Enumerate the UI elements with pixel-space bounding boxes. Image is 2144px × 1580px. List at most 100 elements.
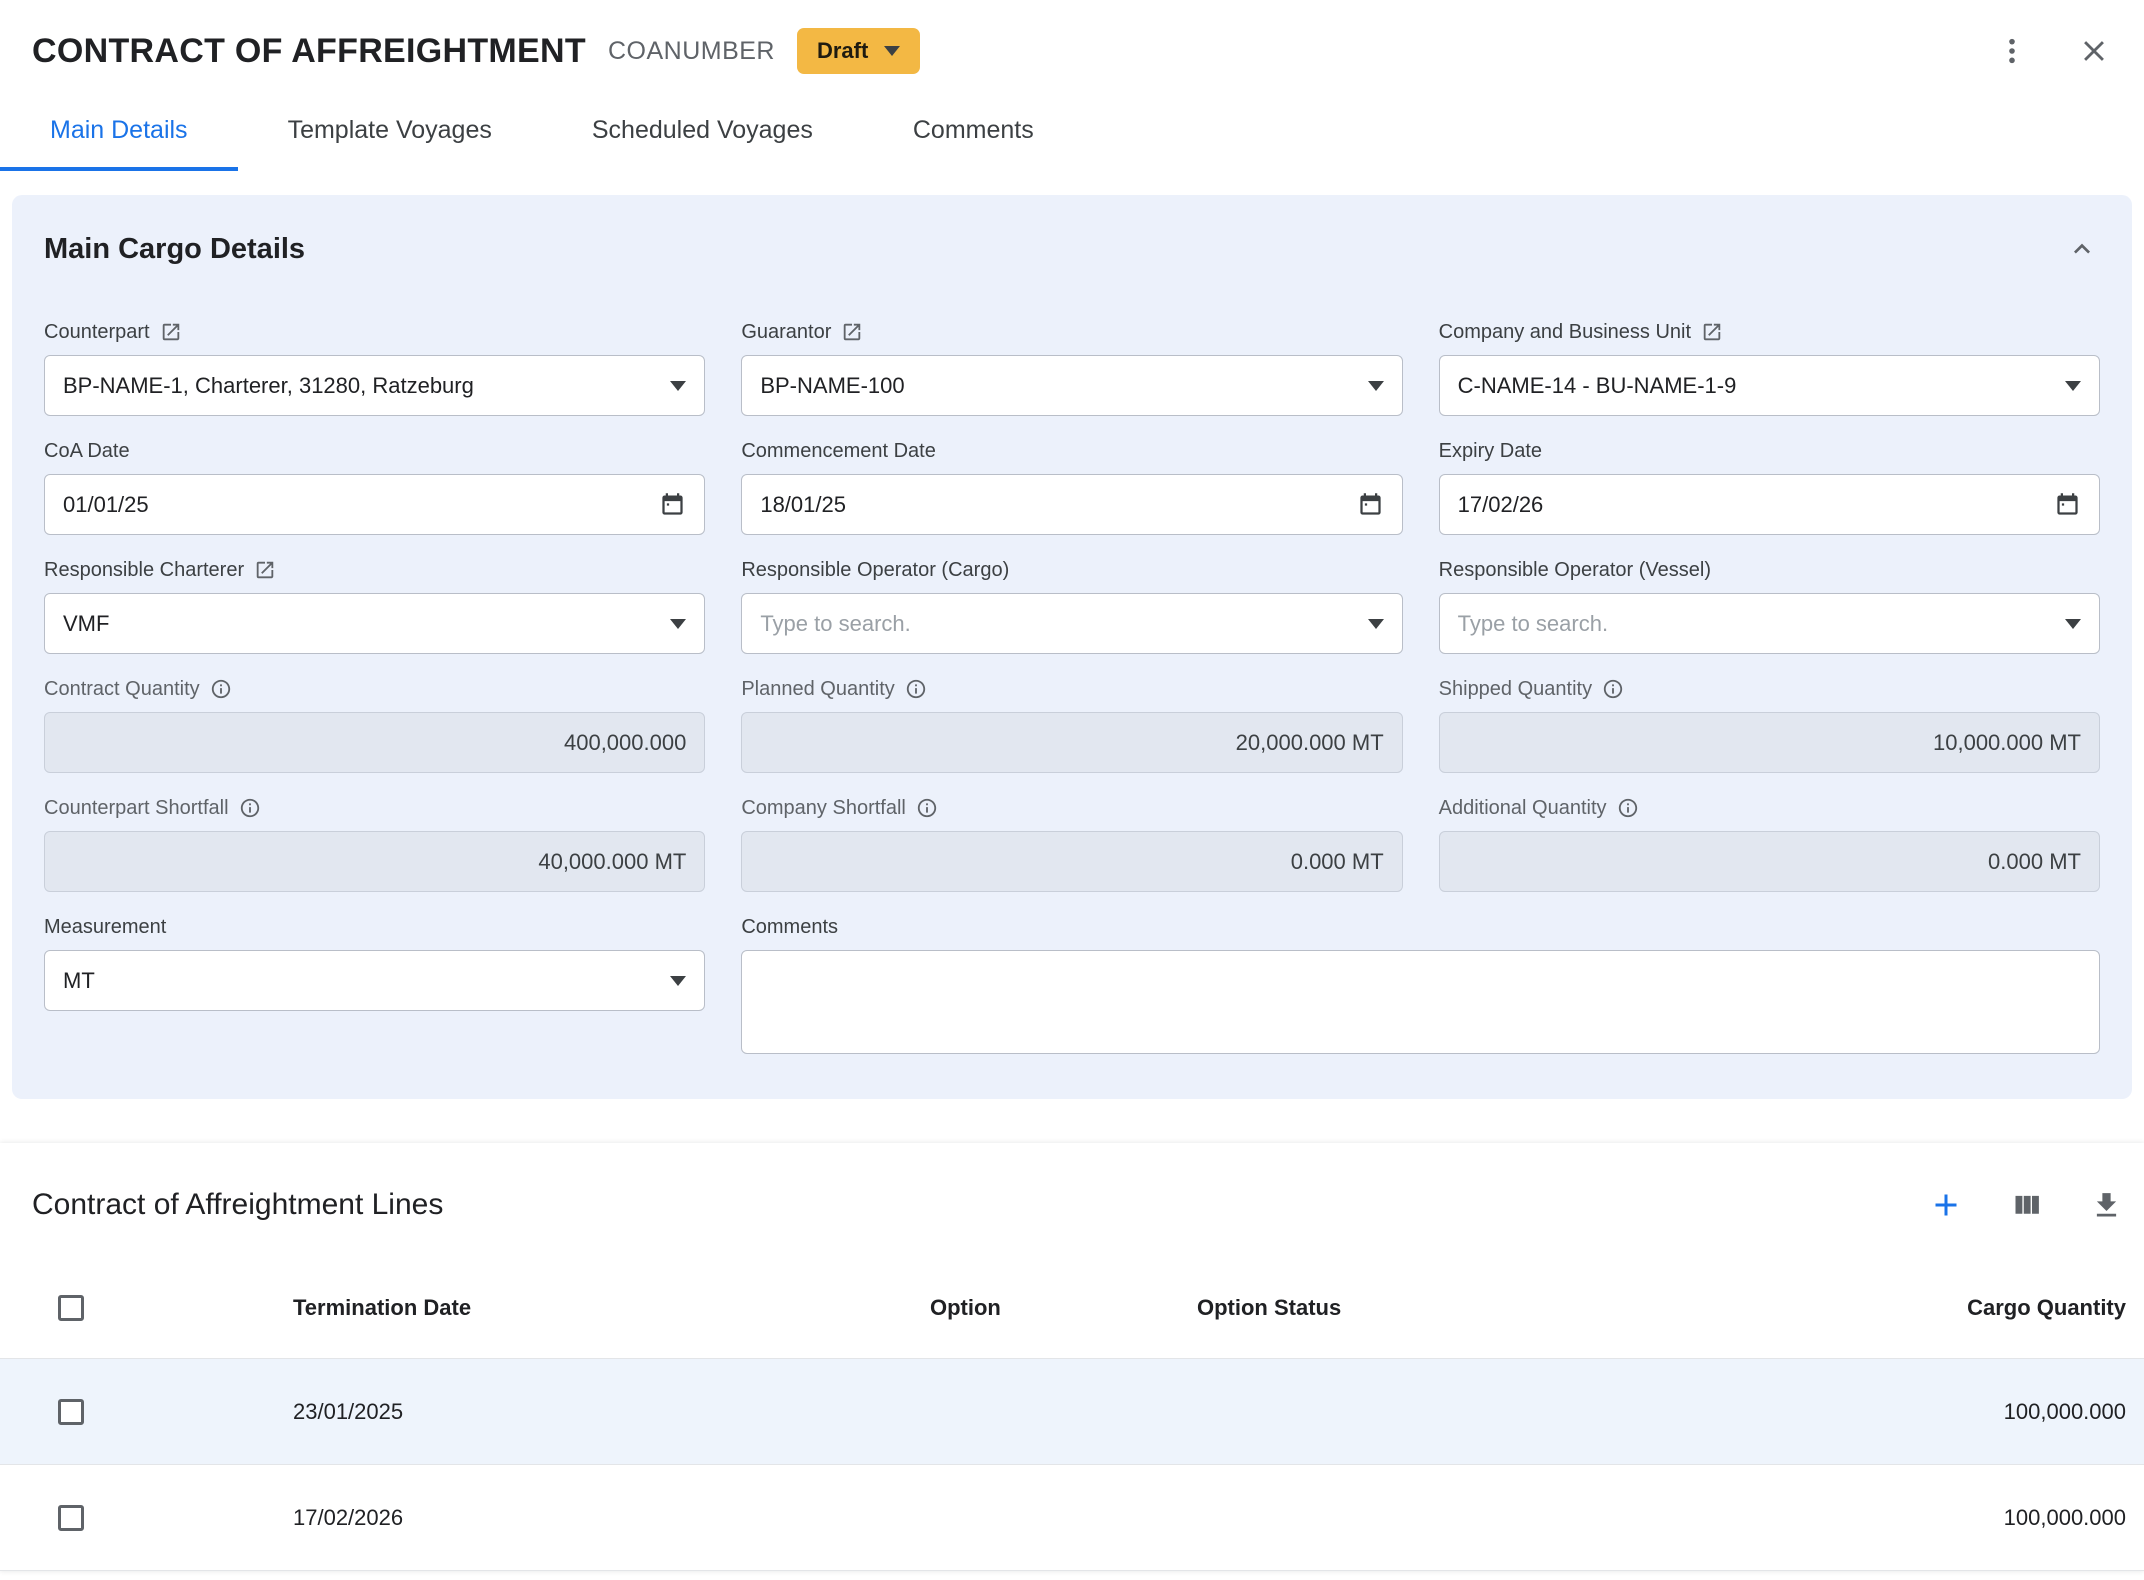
calendar-icon[interactable]: [659, 491, 686, 518]
coa-number: COANUMBER: [608, 37, 775, 66]
dropdown-caret-icon: [2065, 381, 2081, 391]
search-input[interactable]: [1458, 611, 2053, 637]
status-badge-label: Draft: [817, 38, 868, 64]
external-link-icon[interactable]: [841, 321, 863, 343]
row-checkbox[interactable]: [58, 1505, 84, 1531]
company-business-unit-label: Company and Business Unit: [1439, 319, 2100, 345]
kebab-menu-icon[interactable]: [1994, 33, 2030, 69]
counterpart-select[interactable]: BP-NAME-1, Charterer, 31280, Ratzeburg: [44, 355, 705, 416]
cell-termination-date: 17/02/2026: [293, 1505, 930, 1531]
calendar-icon[interactable]: [2054, 491, 2081, 518]
dropdown-caret-icon: [1368, 619, 1384, 629]
select-all-checkbox[interactable]: [58, 1295, 84, 1321]
counterpart-shortfall-field: Counterpart Shortfall 40,000.000 MT: [44, 795, 705, 892]
responsible-operator-cargo-label: Responsible Operator (Cargo): [741, 557, 1402, 583]
contract-quantity-label: Contract Quantity: [44, 676, 705, 702]
download-icon[interactable]: [2088, 1187, 2124, 1223]
cell-termination-date: 23/01/2025: [293, 1399, 930, 1425]
external-link-icon[interactable]: [160, 321, 182, 343]
company-shortfall-field: Company Shortfall 0.000 MT: [741, 795, 1402, 892]
coa-lines-section: Contract of Affreightment Lines Terminat…: [0, 1143, 2144, 1571]
shipped-quantity-field: Shipped Quantity 10,000.000 MT: [1439, 676, 2100, 773]
info-icon[interactable]: [916, 797, 938, 819]
coa-date-label: CoA Date: [44, 438, 705, 464]
tab-scheduled-voyages[interactable]: Scheduled Voyages: [542, 98, 863, 171]
commencement-date-label: Commencement Date: [741, 438, 1402, 464]
cell-cargo-quantity: 100,000.000: [1700, 1399, 2144, 1425]
dropdown-caret-icon: [670, 976, 686, 986]
comments-textarea[interactable]: [741, 950, 2100, 1054]
contract-quantity-field: Contract Quantity 400,000.000: [44, 676, 705, 773]
commencement-date-input[interactable]: 18/01/25: [741, 474, 1402, 535]
info-icon[interactable]: [1602, 678, 1624, 700]
close-icon[interactable]: [2076, 33, 2112, 69]
external-link-icon[interactable]: [254, 559, 276, 581]
status-badge-dropdown[interactable]: Draft: [797, 28, 920, 74]
info-icon[interactable]: [239, 797, 261, 819]
company-business-unit-select[interactable]: C-NAME-14 - BU-NAME-1-9: [1439, 355, 2100, 416]
planned-quantity-field: Planned Quantity 20,000.000 MT: [741, 676, 1402, 773]
shipped-quantity-label: Shipped Quantity: [1439, 676, 2100, 702]
lines-actions: [1928, 1187, 2124, 1223]
coa-date-input[interactable]: 01/01/25: [44, 474, 705, 535]
responsible-operator-cargo-input[interactable]: [741, 593, 1402, 654]
search-input[interactable]: [760, 611, 1355, 637]
lines-section-title: Contract of Affreightment Lines: [32, 1188, 443, 1222]
guarantor-label: Guarantor: [741, 319, 1402, 345]
expiry-date-input[interactable]: 17/02/26: [1439, 474, 2100, 535]
responsible-operator-vessel-input[interactable]: [1439, 593, 2100, 654]
table-header-row: Termination Date Option Option Status Ca…: [0, 1257, 2144, 1359]
dropdown-caret-icon: [1368, 381, 1384, 391]
tab-template-voyages[interactable]: Template Voyages: [238, 98, 542, 171]
dropdown-caret-icon: [2065, 619, 2081, 629]
col-termination-date: Termination Date: [293, 1295, 930, 1321]
additional-quantity-value: 0.000 MT: [1439, 831, 2100, 892]
col-cargo-quantity: Cargo Quantity: [1700, 1295, 2144, 1321]
additional-quantity-label: Additional Quantity: [1439, 795, 2100, 821]
table-row[interactable]: 17/02/2026 100,000.000: [0, 1465, 2144, 1571]
header: CONTRACT OF AFFREIGHTMENT COANUMBER Draf…: [0, 0, 2144, 74]
header-actions: [1994, 33, 2112, 69]
chevron-down-icon: [884, 46, 900, 56]
responsible-charterer-select[interactable]: VMF: [44, 593, 705, 654]
calendar-icon[interactable]: [1357, 491, 1384, 518]
counterpart-shortfall-label: Counterpart Shortfall: [44, 795, 705, 821]
section-title: Main Cargo Details: [44, 233, 305, 266]
counterpart-shortfall-value: 40,000.000 MT: [44, 831, 705, 892]
cell-cargo-quantity: 100,000.000: [1700, 1505, 2144, 1531]
lines-table: Termination Date Option Option Status Ca…: [0, 1257, 2144, 1571]
comments-field: Comments: [741, 914, 2100, 1059]
external-link-icon[interactable]: [1701, 321, 1723, 343]
company-shortfall-value: 0.000 MT: [741, 831, 1402, 892]
info-icon[interactable]: [1617, 797, 1639, 819]
table-row[interactable]: 23/01/2025 100,000.000: [0, 1359, 2144, 1465]
column-settings-icon[interactable]: [2008, 1187, 2044, 1223]
company-business-unit-field: Company and Business Unit C-NAME-14 - BU…: [1439, 319, 2100, 416]
comments-label: Comments: [741, 914, 2100, 940]
row-checkbox[interactable]: [58, 1399, 84, 1425]
company-shortfall-label: Company Shortfall: [741, 795, 1402, 821]
additional-quantity-field: Additional Quantity 0.000 MT: [1439, 795, 2100, 892]
main-cargo-details-section: Main Cargo Details Counterpart BP-NAME-1…: [12, 195, 2132, 1099]
planned-quantity-label: Planned Quantity: [741, 676, 1402, 702]
guarantor-select[interactable]: BP-NAME-100: [741, 355, 1402, 416]
expiry-date-field: Expiry Date 17/02/26: [1439, 438, 2100, 535]
shipped-quantity-value: 10,000.000 MT: [1439, 712, 2100, 773]
collapse-chevron-icon[interactable]: [2064, 231, 2100, 267]
planned-quantity-value: 20,000.000 MT: [741, 712, 1402, 773]
info-icon[interactable]: [905, 678, 927, 700]
measurement-select[interactable]: MT: [44, 950, 705, 1011]
coa-date-field: CoA Date 01/01/25: [44, 438, 705, 535]
dropdown-caret-icon: [670, 619, 686, 629]
col-option-status: Option Status: [1197, 1295, 1700, 1321]
contract-quantity-value: 400,000.000: [44, 712, 705, 773]
info-icon[interactable]: [210, 678, 232, 700]
responsible-operator-vessel-field: Responsible Operator (Vessel): [1439, 557, 2100, 654]
responsible-operator-cargo-field: Responsible Operator (Cargo): [741, 557, 1402, 654]
expiry-date-label: Expiry Date: [1439, 438, 2100, 464]
tab-comments[interactable]: Comments: [863, 98, 1084, 171]
add-line-icon[interactable]: [1928, 1187, 1964, 1223]
tab-main-details[interactable]: Main Details: [0, 98, 238, 171]
commencement-date-field: Commencement Date 18/01/25: [741, 438, 1402, 535]
responsible-operator-vessel-label: Responsible Operator (Vessel): [1439, 557, 2100, 583]
